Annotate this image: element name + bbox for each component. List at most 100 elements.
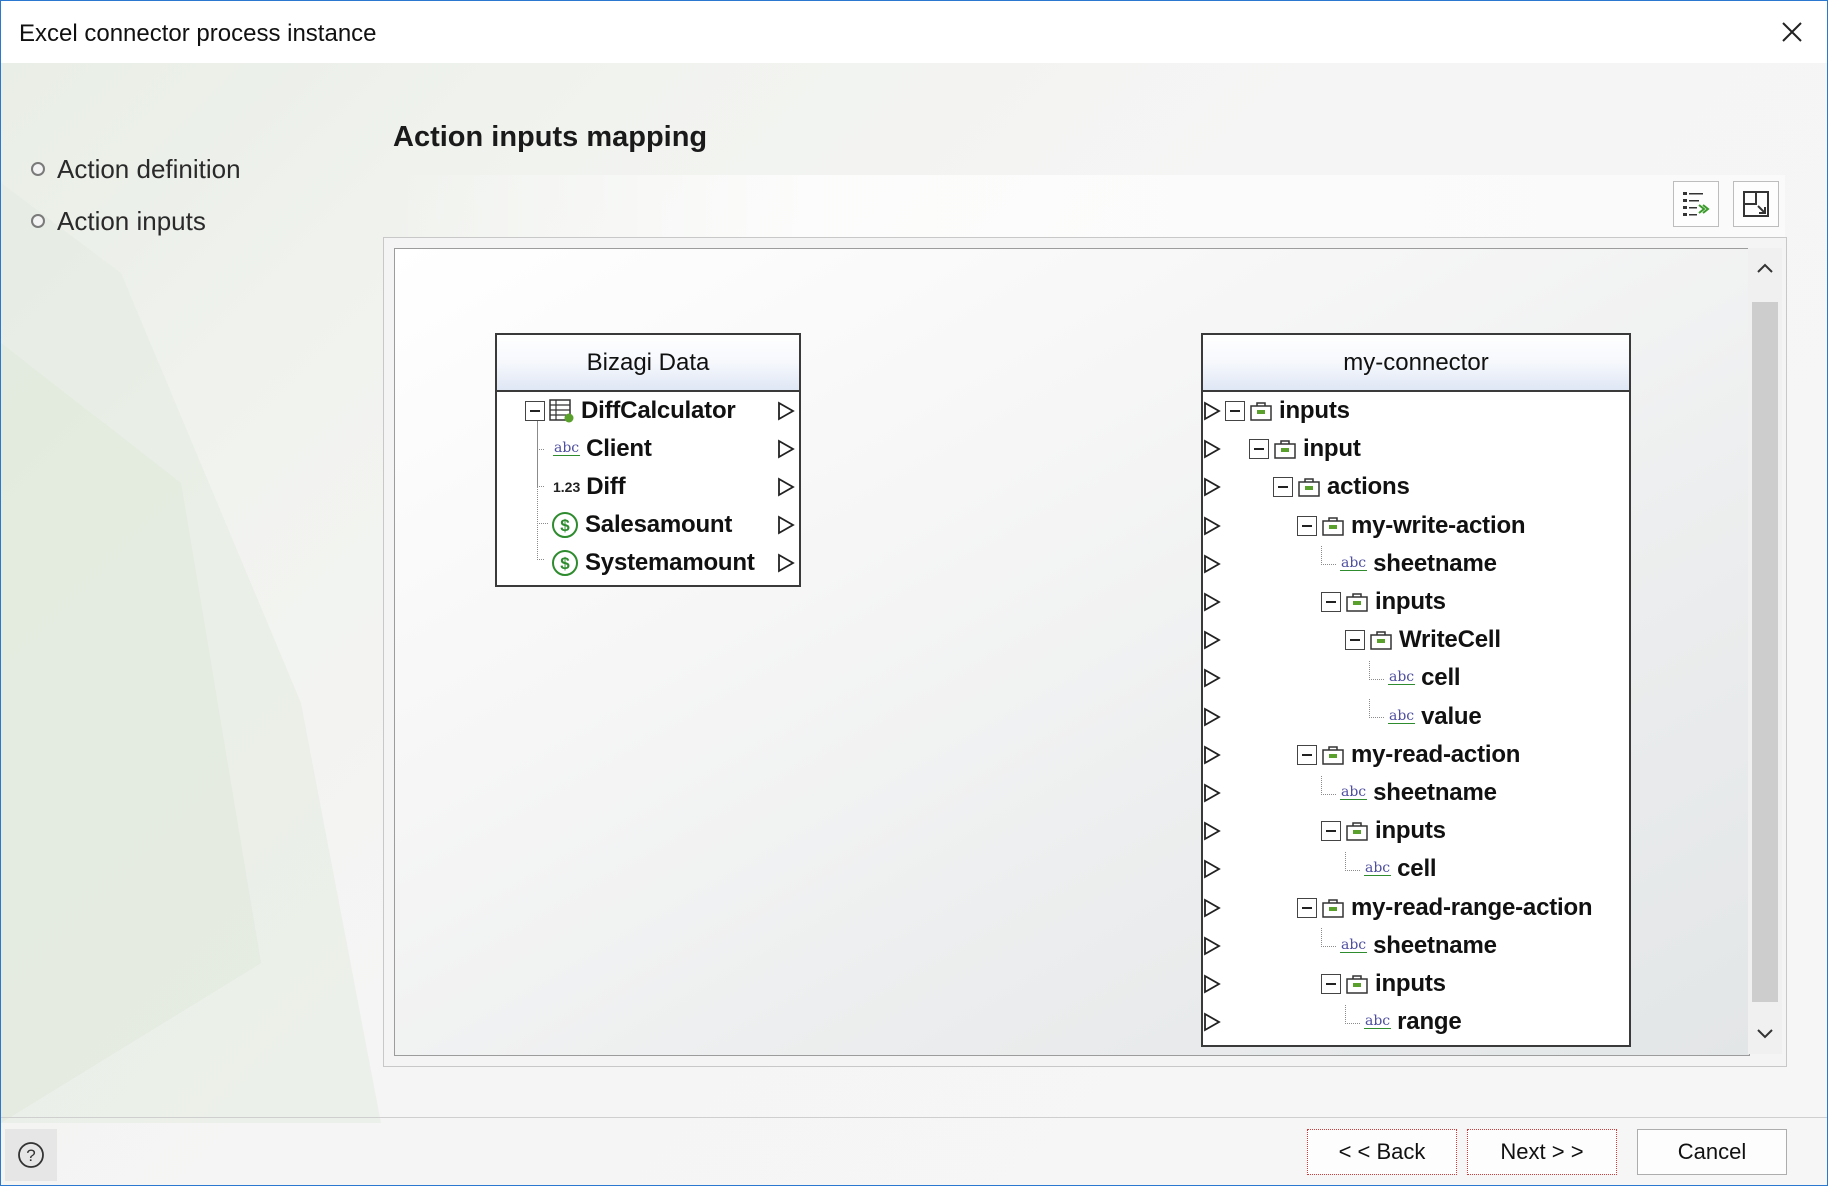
collapse-toggle[interactable] bbox=[1321, 974, 1341, 994]
mapping-canvas[interactable]: Bizagi Data DiffCalculator abc Client 1.… bbox=[394, 248, 1750, 1056]
tree-row[interactable]: actions bbox=[1203, 468, 1629, 506]
string-type-icon: abc bbox=[1388, 707, 1416, 724]
tree-row[interactable]: inputs bbox=[1203, 812, 1629, 850]
tree-row[interactable]: 1.23 Diff bbox=[497, 468, 799, 506]
scroll-down-button[interactable] bbox=[1748, 1014, 1782, 1054]
tree-row[interactable]: inputs bbox=[1203, 392, 1629, 430]
tree-connector bbox=[1369, 660, 1384, 680]
input-port-icon[interactable] bbox=[1203, 516, 1221, 536]
svg-text:?: ? bbox=[26, 1146, 35, 1165]
nav-step-action-inputs[interactable]: Action inputs bbox=[31, 195, 241, 247]
object-icon bbox=[1369, 628, 1393, 652]
chevron-up-icon bbox=[1757, 263, 1773, 273]
nav-step-action-definition[interactable]: Action definition bbox=[31, 143, 241, 195]
tree-row[interactable]: abc range bbox=[1203, 1003, 1629, 1041]
object-icon bbox=[1321, 743, 1345, 767]
tree-row[interactable]: DiffCalculator bbox=[497, 392, 799, 430]
tree-connector bbox=[1345, 1004, 1360, 1024]
collapse-toggle[interactable] bbox=[1249, 439, 1269, 460]
input-port-icon[interactable] bbox=[1203, 592, 1221, 612]
input-port-icon[interactable] bbox=[1203, 821, 1221, 841]
tree-row[interactable]: abc sheetname bbox=[1203, 774, 1629, 812]
tree-row[interactable]: abc sheetname bbox=[1203, 927, 1629, 965]
output-port-icon[interactable] bbox=[777, 439, 795, 459]
entity-table-icon bbox=[549, 399, 575, 423]
collapse-toggle[interactable] bbox=[1345, 630, 1365, 651]
tree-row[interactable]: my-write-action bbox=[1203, 507, 1629, 545]
tree-row[interactable]: abc value bbox=[1203, 698, 1629, 736]
collapse-toggle[interactable] bbox=[1321, 821, 1341, 842]
vertical-scrollbar[interactable] bbox=[1748, 248, 1782, 1054]
input-port-icon[interactable] bbox=[1203, 477, 1221, 497]
svg-text:$: $ bbox=[560, 516, 570, 535]
tree-row[interactable]: abc sheetname bbox=[1203, 545, 1629, 583]
tree-row[interactable]: input bbox=[1203, 430, 1629, 468]
input-port-icon[interactable] bbox=[1203, 1012, 1221, 1032]
input-port-icon[interactable] bbox=[1203, 783, 1221, 803]
back-button[interactable]: < < Back bbox=[1307, 1129, 1457, 1175]
tree-row[interactable]: $ Systemamount bbox=[497, 544, 799, 582]
tree-row[interactable]: my-read-action bbox=[1203, 736, 1629, 774]
tree-row-label: inputs bbox=[1279, 397, 1350, 424]
tree-row[interactable]: $ Salesamount bbox=[497, 506, 799, 544]
next-button[interactable]: Next > > bbox=[1467, 1129, 1617, 1175]
tree-row-label: actions bbox=[1327, 473, 1410, 501]
tree-row-label: sheetname bbox=[1373, 549, 1497, 577]
string-type-icon: abc bbox=[1364, 1013, 1392, 1030]
tree-row-label: input bbox=[1303, 435, 1361, 463]
tree-row-label: Diff bbox=[586, 473, 626, 500]
step-bullet-icon bbox=[31, 162, 45, 176]
collapse-toggle[interactable] bbox=[1297, 897, 1317, 918]
tree-row[interactable]: abc cell bbox=[1203, 659, 1629, 697]
collapse-toggle[interactable] bbox=[1321, 592, 1341, 612]
object-icon bbox=[1297, 475, 1321, 499]
close-button[interactable] bbox=[1757, 1, 1827, 63]
collapse-toggle[interactable] bbox=[525, 401, 545, 421]
footer-divider bbox=[1, 1117, 1827, 1118]
fit-view-button[interactable] bbox=[1733, 181, 1779, 227]
nav-step-label: Action inputs bbox=[57, 205, 206, 236]
tree-row-label: DiffCalculator bbox=[581, 397, 736, 424]
scrollbar-thumb[interactable] bbox=[1752, 302, 1778, 1002]
input-port-icon[interactable] bbox=[1203, 439, 1221, 459]
currency-type-icon: $ bbox=[551, 511, 579, 539]
output-port-icon[interactable] bbox=[777, 553, 795, 573]
input-port-icon[interactable] bbox=[1203, 898, 1221, 918]
object-icon bbox=[1273, 437, 1297, 461]
tree-row[interactable]: inputs bbox=[1203, 583, 1629, 621]
cancel-button[interactable]: Cancel bbox=[1637, 1129, 1787, 1175]
tree-row-label: my-write-action bbox=[1351, 511, 1526, 539]
collapse-toggle[interactable] bbox=[1225, 401, 1245, 421]
input-port-icon[interactable] bbox=[1203, 401, 1221, 421]
input-port-icon[interactable] bbox=[1203, 936, 1221, 956]
output-port-icon[interactable] bbox=[777, 477, 795, 497]
auto-map-button[interactable] bbox=[1673, 181, 1719, 227]
input-port-icon[interactable] bbox=[1203, 707, 1221, 727]
collapse-toggle[interactable] bbox=[1297, 744, 1317, 765]
tree-row[interactable]: inputs bbox=[1203, 965, 1629, 1003]
tree-row[interactable]: abc Client bbox=[497, 430, 799, 468]
output-port-icon[interactable] bbox=[777, 401, 795, 421]
input-port-icon[interactable] bbox=[1203, 630, 1221, 650]
collapse-toggle[interactable] bbox=[1297, 515, 1317, 536]
fit-view-icon bbox=[1743, 191, 1769, 217]
scroll-up-button[interactable] bbox=[1748, 248, 1782, 288]
currency-type-icon: $ bbox=[551, 549, 579, 577]
tree-row[interactable]: abc cell bbox=[1203, 850, 1629, 888]
input-port-icon[interactable] bbox=[1203, 668, 1221, 688]
input-port-icon[interactable] bbox=[1203, 554, 1221, 574]
input-port-icon[interactable] bbox=[1203, 859, 1221, 879]
string-type-icon: abc bbox=[553, 440, 581, 456]
input-port-icon[interactable] bbox=[1203, 745, 1221, 765]
input-port-icon[interactable] bbox=[1203, 974, 1221, 994]
collapse-toggle[interactable] bbox=[1273, 477, 1293, 498]
tree-connector bbox=[1321, 775, 1336, 795]
output-port-icon[interactable] bbox=[777, 515, 795, 535]
tree-row-label: inputs bbox=[1375, 817, 1446, 845]
string-type-icon: abc bbox=[1340, 936, 1368, 953]
help-button[interactable]: ? bbox=[5, 1129, 57, 1181]
tree-row[interactable]: my-read-range-action bbox=[1203, 889, 1629, 927]
dialog-body: Action definition Action inputs Action i… bbox=[1, 63, 1827, 1185]
tree-row[interactable]: WriteCell bbox=[1203, 621, 1629, 659]
tree-connector bbox=[1321, 928, 1336, 948]
